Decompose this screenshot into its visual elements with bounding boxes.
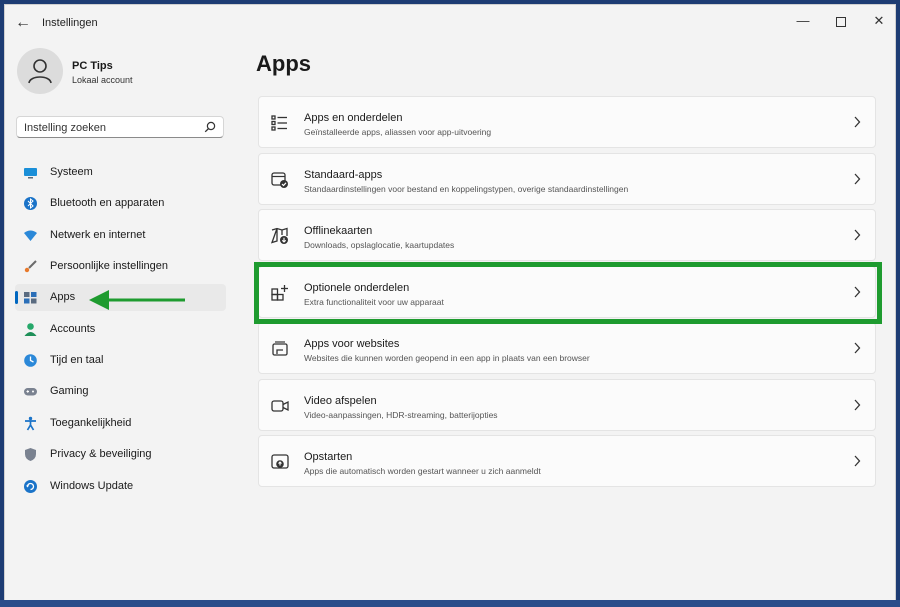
sidebar-item-label: Privacy & beveiliging [50, 448, 152, 460]
profile-subtitle: Lokaal account [72, 75, 133, 85]
sidebar-item-label: Persoonlijke instellingen [50, 260, 169, 272]
chevron-right-icon [854, 455, 861, 467]
card-title: Standaard-apps [304, 169, 383, 181]
card-title: Apps voor websites [304, 338, 400, 350]
default-apps-icon [271, 172, 288, 188]
sidebar-item-netwerk[interactable]: Netwerk en internet [15, 222, 226, 249]
chevron-right-icon [854, 399, 861, 411]
apps-icon [24, 292, 37, 304]
minimize-button[interactable]: — [785, 9, 821, 33]
chevron-right-icon [854, 229, 861, 241]
desktop-taskbar [0, 600, 900, 607]
window-title: Instellingen [42, 17, 98, 29]
card-subtitle: Standaardinstellingen voor bestand en ko… [304, 184, 629, 194]
sidebar-item-systeem[interactable]: Systeem [15, 159, 226, 186]
sidebar-item-privacy[interactable]: Privacy & beveiliging [15, 441, 226, 468]
card-subtitle: Websites die kunnen worden geopend in ee… [304, 353, 590, 363]
search-input[interactable]: Instelling zoeken [16, 116, 224, 138]
globe-clock-icon [24, 354, 37, 367]
bluetooth-icon [24, 197, 37, 210]
maximize-button[interactable] [823, 9, 859, 33]
video-icon [271, 400, 289, 412]
list-icon [271, 115, 287, 131]
avatar[interactable] [17, 48, 63, 94]
sidebar-item-gaming[interactable]: Gaming [15, 378, 226, 405]
sidebar-item-label: Gaming [50, 385, 89, 397]
chevron-right-icon [854, 342, 861, 354]
card-title: Opstarten [304, 451, 353, 463]
settings-window: ← Instellingen — ✕ PC Tips Lokaal accoun… [4, 4, 896, 602]
highlight-box [254, 262, 882, 324]
startup-icon [271, 454, 289, 469]
card-title: Video afspelen [304, 395, 377, 407]
monitor-icon [24, 168, 37, 179]
annotation-arrow-icon [89, 290, 185, 310]
card-apps-voor-websites[interactable]: Apps voor websites Websites die kunnen w… [258, 322, 876, 374]
back-arrow-icon[interactable]: ← [13, 13, 33, 33]
card-subtitle: Geïnstalleerde apps, aliassen voor app-u… [304, 127, 492, 137]
sidebar-item-label: Accounts [50, 323, 96, 335]
sidebar-item-label: Netwerk en internet [50, 229, 146, 241]
sidebar-item-windows-update[interactable]: Windows Update [15, 473, 226, 500]
person-icon [28, 59, 52, 84]
card-subtitle: Downloads, opslaglocatie, kaartupdates [304, 240, 455, 250]
page-title: Apps [256, 51, 311, 76]
sidebar-item-accounts[interactable]: Accounts [15, 316, 226, 343]
card-standaard-apps[interactable]: Standaard-apps Standaardinstellingen voo… [258, 153, 876, 205]
brush-icon [24, 260, 37, 273]
accessibility-icon [25, 416, 36, 431]
update-icon [24, 480, 37, 493]
sidebar-item-bluetooth[interactable]: Bluetooth en apparaten [15, 190, 226, 217]
sidebar-item-label: Systeem [50, 166, 93, 178]
sidebar-item-persoonlijk[interactable]: Persoonlijke instellingen [15, 253, 226, 280]
gamepad-icon [24, 388, 37, 396]
sidebar-item-label: Tijd en taal [50, 354, 104, 366]
card-video-afspelen[interactable]: Video afspelen Video-aanpassingen, HDR-s… [258, 379, 876, 431]
search-icon [204, 121, 216, 133]
card-apps-en-onderdelen[interactable]: Apps en onderdelen Geïnstalleerde apps, … [258, 96, 876, 148]
profile-name: PC Tips [72, 60, 113, 72]
person-icon [24, 323, 37, 336]
close-button[interactable]: ✕ [861, 9, 895, 33]
card-title: Apps en onderdelen [304, 112, 403, 124]
sidebar-item-label: Apps [50, 291, 76, 303]
search-placeholder: Instelling zoeken [24, 122, 106, 134]
card-subtitle: Video-aanpassingen, HDR-streaming, batte… [304, 410, 498, 420]
card-title: Offlinekaarten [304, 225, 373, 237]
title-bar: ← Instellingen — ✕ [5, 5, 895, 39]
sidebar-item-label: Bluetooth en apparaten [50, 197, 165, 209]
sidebar-item-label: Toegankelijkheid [50, 417, 132, 429]
wifi-icon [24, 230, 37, 241]
chevron-right-icon [854, 116, 861, 128]
chevron-right-icon [854, 173, 861, 185]
card-offlinekaarten[interactable]: Offlinekaarten Downloads, opslaglocatie,… [258, 209, 876, 261]
shield-icon [25, 448, 36, 461]
card-subtitle: Apps die automatisch worden gestart wann… [304, 466, 541, 476]
sidebar-item-tijd[interactable]: Tijd en taal [15, 347, 226, 374]
sidebar-item-label: Windows Update [50, 480, 134, 492]
web-app-icon [272, 341, 288, 356]
sidebar-item-toegankelijkheid[interactable]: Toegankelijkheid [15, 410, 226, 437]
selection-indicator [15, 291, 18, 304]
map-download-icon [271, 227, 288, 244]
card-opstarten[interactable]: Opstarten Apps die automatisch worden ge… [258, 435, 876, 487]
